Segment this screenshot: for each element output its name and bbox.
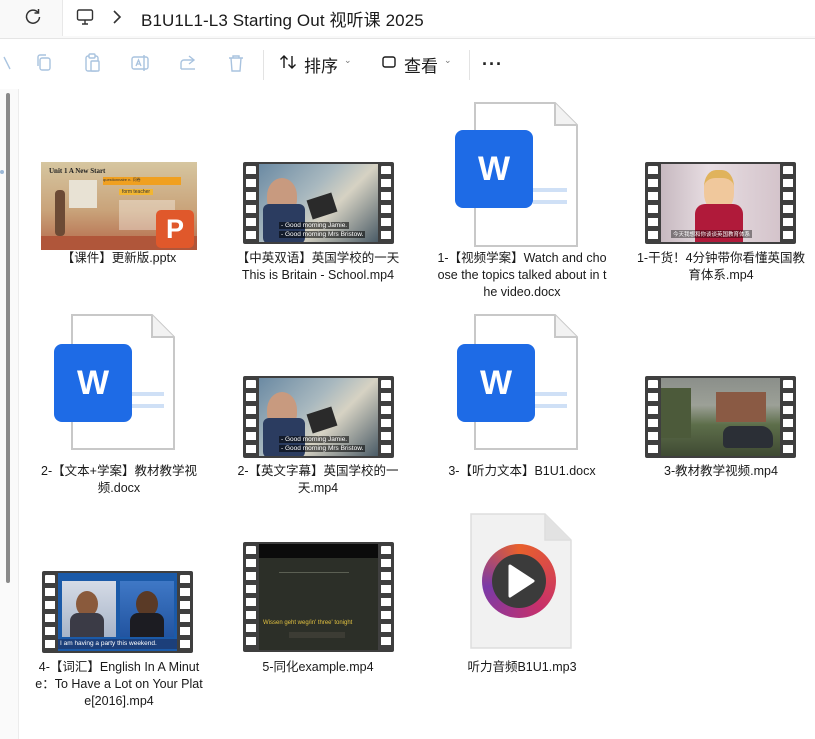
subtitle-line: - Good morning Mrs Bristow.	[279, 445, 366, 452]
word-document-icon: W	[52, 312, 178, 452]
powerpoint-thumbnail: Unit 1 A New Start questionnaire n. 问卷 f…	[41, 162, 197, 250]
copy-icon[interactable]	[32, 51, 56, 75]
sort-icon	[278, 52, 298, 77]
file-name: 4-【词汇】English In A Minute：To Have a Lot …	[35, 660, 203, 708]
file-item[interactable]: W 3-【听力文本】B1U1.docx	[437, 312, 607, 502]
audio-file-icon	[469, 512, 573, 650]
file-name: 1-【视频学案】Watch and choose the topics talk…	[437, 251, 607, 299]
subtitle-line: I am having a party this weekend.	[58, 639, 177, 649]
file-name: 【课件】更新版.pptx	[61, 251, 177, 265]
delete-icon[interactable]	[224, 51, 248, 75]
file-name: 3-【听力文本】B1U1.docx	[448, 464, 596, 478]
file-name: 1-干货！4分钟带你看懂英国教育体系.mp4	[636, 251, 806, 282]
rename-icon[interactable]	[128, 51, 152, 75]
word-logo-icon: W	[54, 344, 132, 422]
chevron-down-icon: ⌄	[344, 54, 352, 65]
slide-heading: form teacher	[119, 189, 154, 195]
nav-scrollbar[interactable]	[6, 93, 10, 583]
refresh-icon[interactable]	[22, 6, 44, 28]
slide-highlight: questionnaire n. 问卷	[103, 177, 181, 185]
address-bar: B1U1L1-L3 Starting Out 视听课 2025	[0, 0, 815, 39]
subtitle-line: Wissen geht weg/in' three' tonight	[263, 620, 353, 626]
word-logo-icon: W	[457, 344, 535, 422]
file-name: 听力音频B1U1.mp3	[467, 660, 577, 674]
media-player-icon	[482, 544, 556, 618]
word-document-icon: W	[455, 100, 581, 250]
file-name: 2-【英文字幕】英国学校的一天.mp4	[237, 464, 399, 495]
toolbar-divider	[263, 50, 264, 80]
file-item[interactable]: W 2-【文本+学案】教材教学视频.docx	[34, 312, 204, 502]
file-item[interactable]: - Good morning Jamie. - Good morning Mrs…	[233, 100, 403, 305]
nav-indicator	[0, 170, 4, 174]
subtitle-line: - Good morning Jamie.	[279, 222, 350, 229]
chevron-down-icon: ⌄	[444, 54, 452, 65]
video-thumbnail: - Good morning Jamie. - Good morning Mrs…	[243, 162, 394, 244]
file-name: 3-教材教学视频.mp4	[664, 464, 778, 478]
chevron-right-icon[interactable]	[111, 9, 123, 25]
file-name: 2-【文本+学案】教材教学视频.docx	[41, 464, 197, 495]
file-item[interactable]: I am having a party this weekend. 4-【词汇】…	[34, 512, 204, 722]
file-item[interactable]: Wissen geht weg/in' three' tonight 5-同化e…	[233, 512, 403, 692]
video-thumbnail: 今天我想和你谈谈英国教育体系	[645, 162, 796, 244]
video-thumbnail: - Good morning Jamie. - Good morning Mrs…	[243, 376, 394, 458]
slide-title: Unit 1 A New Start	[49, 167, 106, 175]
toolbar-divider	[469, 50, 470, 80]
file-item[interactable]: - Good morning Jamie. - Good morning Mrs…	[233, 312, 403, 502]
file-name: 【中英双语】英国学校的一天 This is Britain - School.m…	[236, 251, 400, 282]
view-icon	[380, 53, 398, 76]
share-icon[interactable]	[176, 51, 200, 75]
file-name: 5-同化example.mp4	[262, 660, 374, 674]
subtitle-line: - Good morning Jamie.	[279, 436, 350, 443]
file-item[interactable]: 3-教材教学视频.mp4	[636, 312, 806, 502]
view-button[interactable]: 查看 ⌄	[380, 49, 452, 79]
video-thumbnail: I am having a party this weekend.	[42, 571, 193, 653]
word-logo-icon: W	[455, 130, 533, 208]
file-item[interactable]: 今天我想和你谈谈英国教育体系 1-干货！4分钟带你看懂英国教育体系.mp4	[636, 100, 806, 290]
computer-icon	[75, 7, 95, 27]
more-options-button[interactable]: ···	[482, 54, 503, 75]
sort-button[interactable]: 排序 ⌄	[278, 49, 352, 79]
command-bar: 排序 ⌄ 查看 ⌄ ···	[0, 39, 815, 89]
file-item[interactable]: Unit 1 A New Start questionnaire n. 问卷 f…	[34, 100, 204, 270]
subtitle-line: 今天我想和你谈谈英国教育体系	[671, 230, 753, 238]
powerpoint-icon: P	[156, 210, 194, 248]
cut-icon[interactable]	[0, 51, 14, 75]
view-label: 查看	[404, 56, 438, 76]
video-thumbnail: Wissen geht weg/in' three' tonight	[243, 542, 394, 652]
address-path-box[interactable]: B1U1L1-L3 Starting Out 视听课 2025	[62, 0, 815, 36]
sort-label: 排序	[304, 56, 338, 76]
word-document-icon: W	[455, 312, 581, 452]
paste-icon[interactable]	[80, 51, 104, 75]
file-item[interactable]: 听力音频B1U1.mp3	[437, 512, 607, 692]
subtitle-line: - Good morning Mrs Bristow.	[279, 231, 366, 238]
file-item[interactable]: W 1-【视频学案】Watch and choose the topics ta…	[437, 100, 607, 305]
video-thumbnail	[645, 376, 796, 458]
current-folder-path[interactable]: B1U1L1-L3 Starting Out 视听课 2025	[141, 6, 424, 31]
